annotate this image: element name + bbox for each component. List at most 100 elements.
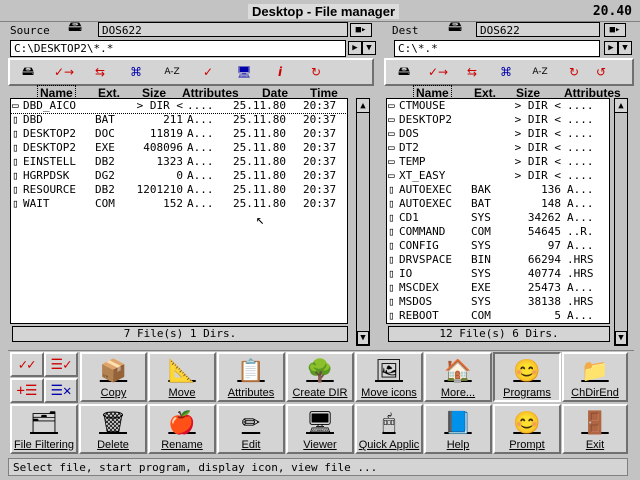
source-drive-menu-button[interactable]: ■▸ [350,23,372,37]
table-row[interactable]: ▭ XT_EASY > DIR <.... [387,169,609,183]
cell-ext: BAK [471,183,491,196]
move-icons-button[interactable]: 🖼 Move icons [355,352,423,402]
rename-button[interactable]: 🍎 Rename [148,404,216,454]
table-row[interactable]: ▯ DESKTOP2 DOC 11819 A... 25.11.80 20:37 [11,127,347,141]
folder-icon: ▭ [388,155,395,168]
dest-path-input[interactable]: C:\*.* [394,40,600,57]
chdirend-button[interactable]: 📁 ChDirEnd [562,352,628,402]
file-filtering-button[interactable]: 🗂 File Filtering [10,404,78,454]
table-row[interactable]: ▯ REBOOT COM 5 A... [387,309,609,323]
tree-icon[interactable]: ⌘ [489,61,523,83]
viewer-button[interactable]: 🖥 Viewer [286,404,354,454]
source-path-input[interactable]: C:\DESKTOP2\*.* [10,40,346,57]
cell-name: AUTOEXEC [399,183,452,196]
table-row[interactable]: ▯ MSCDEX EXE 25473 A... [387,281,609,295]
rename-icon: 🍎 [168,409,196,435]
move-button[interactable]: 📐 Move [148,352,216,402]
deselect-icon[interactable]: ☰✕ [44,378,78,403]
table-row[interactable]: ▯ RESOURCE DB2 1201210 A... 25.11.80 20:37 [11,183,347,197]
computer-icon[interactable]: 🖥 [227,61,261,83]
help-button[interactable]: 📘 Help [424,404,492,454]
table-row[interactable]: ▯ CD1 SYS 34262 A... [387,211,609,225]
table-row[interactable]: ▯ COMMAND COM 54645 ..R. [387,225,609,239]
table-row[interactable]: ▯ IO SYS 40774 .HRS [387,267,609,281]
table-row[interactable]: ▯ AUTOEXEC BAT 148 A... [387,197,609,211]
scroll-down-icon[interactable]: ▼ [615,331,627,345]
cell-size: > DIR < [514,155,561,168]
cell-attr: A... [187,197,214,210]
attributes-button[interactable]: 📋 Attributes [217,352,285,402]
add-select-icon[interactable]: +☰ [10,378,44,403]
refresh-icon[interactable]: ↻ [299,61,333,83]
cell-name: COMMAND [399,225,446,238]
dest-scrollbar[interactable]: ▲ ▼ [614,98,628,346]
select-files-icon[interactable]: ✓✓ [10,352,44,377]
cell-ext: SYS [471,211,491,224]
table-row[interactable]: ▭ CTMOUSE > DIR <.... [387,99,609,113]
invert-select-icon[interactable]: ☰✓ [44,352,78,377]
table-row[interactable]: ▭ TEMP > DIR <.... [387,155,609,169]
select-all-icon[interactable]: ✓→ [421,61,455,83]
source-drive-field[interactable]: DOS622 [98,22,348,37]
check-icon[interactable]: ✓ [191,61,225,83]
drive-icon[interactable]: 🖴 [387,61,421,83]
source-path-history-button[interactable]: ▼ [362,41,376,55]
delete-icon: 🗑 [99,409,127,435]
scroll-up-icon[interactable]: ▲ [357,99,369,113]
table-row[interactable]: ▭ DOS > DIR <.... [387,127,609,141]
drive-icon[interactable]: 🖴 [448,16,462,40]
cell-size: 0 [176,169,183,182]
quick-applic-button[interactable]: 🖱 Quick Applic [355,404,423,454]
table-row[interactable]: ▭ DESKTOP2 > DIR <.... [387,113,609,127]
table-row[interactable]: ▭ DBD_AICO > DIR <.... 25.11.80 20:37 [11,99,347,114]
source-file-list[interactable]: ▭ DBD_AICO > DIR <.... 25.11.80 20:37 ▯ DBD BAT… [10,98,348,324]
cell-name: HGRPDSK [23,169,70,182]
sort-az-icon[interactable]: A-Z [523,61,557,83]
dest-path-next-button[interactable]: ▶ [604,41,618,55]
tree-icon[interactable]: ⌘ [119,61,153,83]
dest-drive-field[interactable]: DOS622 [476,22,600,37]
table-row[interactable]: ▯ DESKTOP2 EXE 408096 A... 25.11.80 20:37 [11,141,347,155]
table-row[interactable]: ▯ DBD BAT 211 A... 25.11.80 20:37 [11,113,347,127]
sort-az-icon[interactable]: A-Z [155,61,189,83]
table-row[interactable]: ▯ AUTOEXEC BAK 136 A... [387,183,609,197]
cell-attr: .... [567,141,594,154]
prompt-button[interactable]: 😊 Prompt [493,404,561,454]
dest-file-list[interactable]: ▭ CTMOUSE > DIR <.... ▭ DESKTOP2 > DIR <.... ▭… [386,98,610,324]
delete-button[interactable]: 🗑 Delete [79,404,147,454]
scroll-down-icon[interactable]: ▼ [357,331,369,345]
table-row[interactable]: ▯ WAIT COM 152 A... 25.11.80 20:37 [11,197,347,211]
cell-name: MSCDEX [399,281,439,294]
table-row[interactable]: ▯ HGRPDSK DG2 0 A... 25.11.80 20:37 [11,169,347,183]
drive-icon[interactable]: 🖴 [68,16,82,40]
select-all-icon[interactable]: ✓→ [47,61,81,83]
cell-time: 20:37 [303,197,337,210]
swap-icon[interactable]: ⇆ [455,61,489,83]
source-scrollbar[interactable]: ▲ ▼ [356,98,370,346]
edit-button[interactable]: ✏ Edit [217,404,285,454]
dest-drive-menu-button[interactable]: ■▸ [604,23,626,37]
drive-icon[interactable]: 🖴 [11,61,45,83]
refresh-icon[interactable]: ↺ [591,61,611,83]
table-row[interactable]: ▯ EINSTELL DB2 1323 A... 25.11.80 20:37 [11,155,347,169]
scroll-up-icon[interactable]: ▲ [615,99,627,113]
table-row[interactable]: ▯ MSDOS SYS 38138 .HRS [387,295,609,309]
table-row[interactable]: ▯ DRVSPACE BIN 66294 .HRS [387,253,609,267]
button-label: Help [446,439,470,451]
programs-button[interactable]: 😊 Programs [493,352,561,402]
source-path-next-button[interactable]: ▶ [348,41,362,55]
cell-time: 20:37 [303,113,337,126]
exit-button[interactable]: 🚪 Exit [562,404,628,454]
cell-date: 25.11.80 [233,183,286,196]
cell-ext: COM [471,225,491,238]
button-label: Edit [241,439,261,451]
create-dir-button[interactable]: 🌳 Create DIR [286,352,354,402]
copy-button[interactable]: 📦 Copy [80,352,147,402]
table-row[interactable]: ▯ CONFIG SYS 97 A... [387,239,609,253]
table-row[interactable]: ▭ DT2 > DIR <.... [387,141,609,155]
more-button[interactable]: 🏠 More... [424,352,492,402]
info-icon[interactable]: i [263,61,297,83]
dest-path-history-button[interactable]: ▼ [618,41,632,55]
refresh-icon[interactable]: ↻ [557,61,591,83]
swap-icon[interactable]: ⇆ [83,61,117,83]
